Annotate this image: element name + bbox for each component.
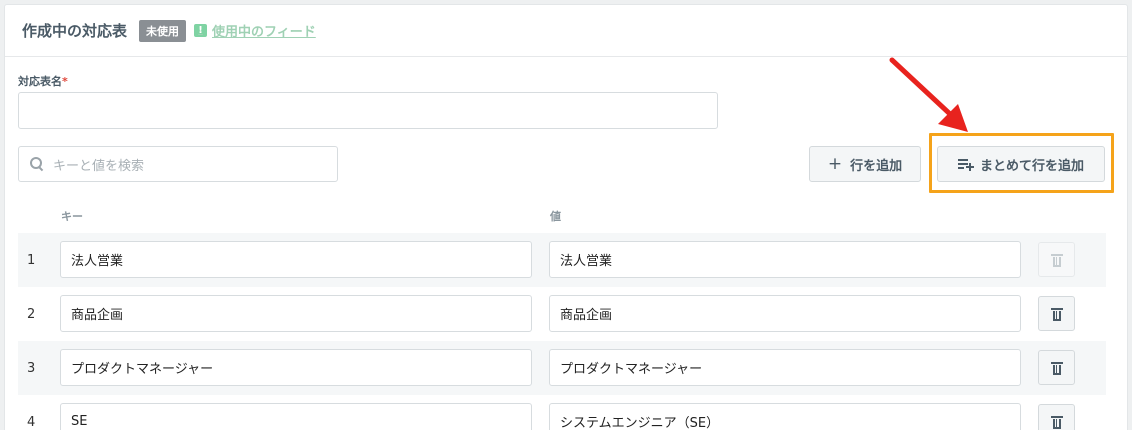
row-number: 4 <box>27 414 36 430</box>
mapping-rows: 1 法人営業 法人営業 2 商品企画 商品企画 3 プロダクトマネージャー プロ… <box>18 233 1106 430</box>
row-number: 2 <box>27 306 36 322</box>
search-icon <box>29 156 45 172</box>
active-feed-link[interactable]: ! 使用中のフィード <box>194 21 316 40</box>
table-name-label-text: 対応表名 <box>18 75 62 88</box>
add-row-label: 行を追加 <box>850 158 903 174</box>
row-number: 1 <box>27 252 36 268</box>
column-header-value: 値 <box>550 210 561 223</box>
value-input[interactable]: システムエンジニア（SE） <box>549 403 1021 430</box>
trash-icon <box>1050 307 1063 321</box>
value-input[interactable]: 法人営業 <box>549 241 1021 278</box>
key-input[interactable]: SE <box>60 403 532 430</box>
list-add-icon <box>957 158 974 171</box>
status-badge: 未使用 <box>139 19 187 42</box>
column-header-key: キー <box>61 210 83 223</box>
table-name-label: 対応表名* <box>18 73 68 89</box>
plus-icon: + <box>827 154 843 174</box>
card-header: 作成中の対応表 未使用 ! 使用中のフィード <box>5 5 1127 57</box>
value-input[interactable]: 商品企画 <box>549 295 1021 332</box>
search-input[interactable]: キーと値を検索 <box>18 146 338 182</box>
delete-row-button[interactable] <box>1038 404 1075 430</box>
bulk-add-rows-button[interactable]: まとめて行を追加 <box>937 146 1105 182</box>
red-arrow-annotation <box>889 57 968 132</box>
trash-icon <box>1050 415 1063 429</box>
required-mark: * <box>62 75 68 88</box>
table-row: 4 SE システムエンジニア（SE） <box>18 395 1106 430</box>
alert-icon: ! <box>194 24 208 37</box>
search-placeholder: キーと値を検索 <box>53 158 145 174</box>
trash-icon <box>1050 361 1063 375</box>
table-row: 3 プロダクトマネージャー プロダクトマネージャー <box>18 341 1106 395</box>
key-input[interactable]: 商品企画 <box>60 295 532 332</box>
row-number: 3 <box>27 360 36 376</box>
table-row: 2 商品企画 商品企画 <box>18 287 1106 341</box>
active-feed-link-label: 使用中のフィード <box>212 25 316 40</box>
table-name-input[interactable] <box>18 92 718 129</box>
delete-row-button[interactable] <box>1038 296 1075 331</box>
delete-row-button[interactable] <box>1038 242 1075 277</box>
key-input[interactable]: プロダクトマネージャー <box>60 349 532 386</box>
key-input[interactable]: 法人営業 <box>60 241 532 278</box>
delete-row-button[interactable] <box>1038 350 1075 385</box>
value-input[interactable]: プロダクトマネージャー <box>549 349 1021 386</box>
table-row: 1 法人営業 法人営業 <box>18 233 1106 287</box>
bulk-add-rows-label: まとめて行を追加 <box>979 158 1084 174</box>
add-row-button[interactable]: + 行を追加 <box>809 146 921 182</box>
page-title: 作成中の対応表 <box>22 22 128 40</box>
trash-icon <box>1050 253 1063 267</box>
